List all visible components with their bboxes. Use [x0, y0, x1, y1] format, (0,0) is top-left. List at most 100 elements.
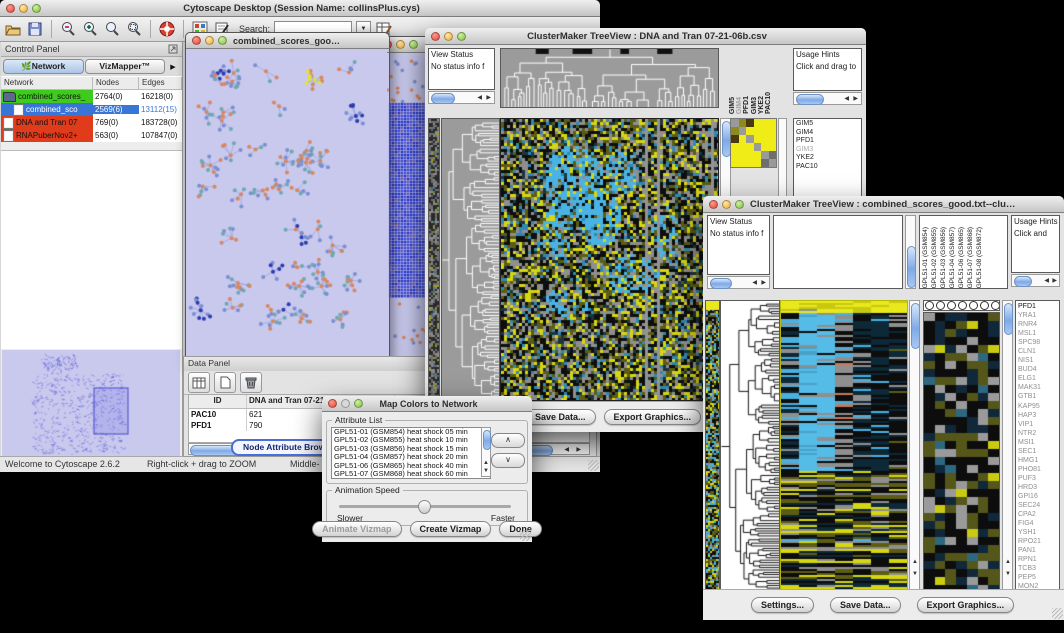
minimize-button[interactable]	[205, 36, 214, 45]
treeview-titlebar[interactable]: ClusterMaker TreeView : DNA and Tran 07-…	[425, 28, 866, 45]
minimize-button[interactable]	[396, 40, 405, 49]
gene-label[interactable]: NIS1	[1018, 356, 1057, 365]
treeview-button[interactable]: Save Data...	[525, 409, 596, 425]
scroll-left-icon[interactable]: ◀	[1044, 278, 1049, 284]
new-attribute-icon[interactable]	[214, 372, 236, 393]
scroll-down-icon[interactable]: ▼	[912, 571, 918, 577]
gene-label[interactable]: PHO81	[1018, 465, 1057, 474]
gene-label[interactable]: HRD3	[1018, 483, 1057, 492]
heatmap-panel[interactable]	[500, 118, 719, 401]
zoom-button[interactable]	[218, 36, 227, 45]
gene-label[interactable]: GTB1	[1018, 392, 1057, 401]
scroll-left-icon[interactable]: ◀	[477, 95, 482, 101]
scroll-right-icon[interactable]: ▶	[1052, 278, 1057, 284]
global-view-strip[interactable]	[705, 300, 720, 592]
scroll-right-icon[interactable]: ▶	[853, 96, 858, 102]
network-row-selected[interactable]: combined_sco 2569(6) 13112(15)	[1, 103, 182, 116]
gene-label[interactable]: PAN1	[1018, 546, 1057, 555]
scroll-down-icon[interactable]: ▼	[483, 468, 489, 474]
network-row[interactable]: RNAPuberNov2+ 563(0) 107847(0)	[1, 129, 182, 142]
gene-label[interactable]: FIG4	[1018, 519, 1057, 528]
gene-label[interactable]: CPA2	[1018, 510, 1057, 519]
gene-label[interactable]: MSL1	[1018, 329, 1057, 338]
zoom-fit-icon[interactable]	[103, 20, 121, 38]
scrollbar-thumb[interactable]	[911, 303, 920, 349]
gene-label[interactable]: RNR4	[1018, 320, 1057, 329]
gene-label[interactable]: SEC1	[1018, 447, 1057, 456]
row-dendrogram-panel[interactable]	[441, 118, 500, 401]
close-button[interactable]	[6, 4, 15, 13]
heatmap-panel[interactable]	[780, 300, 908, 592]
zoom-in-icon[interactable]	[81, 20, 99, 38]
minimize-button[interactable]	[19, 4, 28, 13]
close-button[interactable]	[328, 399, 337, 408]
correlation-matrix-thumbnail[interactable]	[730, 118, 777, 168]
move-down-button[interactable]: ∨	[491, 453, 525, 468]
row-dendrogram[interactable]	[442, 119, 499, 400]
view-status-hscrollbar[interactable]: ◀ ▶	[707, 276, 770, 289]
dialog-titlebar[interactable]: Map Colors to Network	[322, 396, 532, 412]
scroll-down-icon[interactable]: ▼	[1005, 571, 1011, 577]
move-up-button[interactable]: ∧	[491, 433, 525, 448]
minimize-button[interactable]	[444, 32, 453, 41]
column-dendrogram[interactable]	[501, 49, 718, 107]
close-button[interactable]	[192, 36, 201, 45]
gene-label[interactable]: YKE2	[796, 154, 859, 163]
row-dendrogram-panel[interactable]	[720, 300, 780, 592]
attribute-item[interactable]: GPL51-07 (GSM868) heat shock 60 min	[332, 470, 490, 478]
resize-grip[interactable]	[1052, 608, 1063, 619]
scrollbar-thumb[interactable]	[907, 246, 916, 288]
gene-label[interactable]: PEP5	[1018, 573, 1057, 582]
resize-grip[interactable]	[520, 530, 531, 541]
gene-label[interactable]: GIM5	[796, 120, 859, 129]
subwindow-titlebar[interactable]: combined_scores_good.txt--cluste...	[186, 33, 389, 49]
row-dendrogram[interactable]	[721, 301, 779, 591]
treeview-button[interactable]: Settings...	[751, 597, 814, 613]
heatmap[interactable]	[781, 301, 907, 591]
help-lifering-icon[interactable]	[158, 20, 176, 38]
gene-label[interactable]: GIM3	[796, 146, 859, 155]
resize-grip[interactable]	[588, 460, 599, 471]
zoom-button[interactable]	[32, 4, 41, 13]
scroll-right-icon[interactable]: ▶	[761, 280, 766, 286]
scrollbar-thumb[interactable]	[1004, 303, 1013, 335]
treeview-button[interactable]: Export Graphics...	[604, 409, 702, 425]
save-icon[interactable]	[26, 20, 44, 38]
zoom-button[interactable]	[457, 32, 466, 41]
gene-label[interactable]: PFD1	[796, 137, 859, 146]
scrollbar-thumb[interactable]	[431, 93, 455, 104]
gene-label[interactable]: BUD4	[1018, 365, 1057, 374]
gene-label[interactable]: SPC98	[1018, 338, 1057, 347]
scroll-left-icon[interactable]: ◀	[752, 280, 757, 286]
usage-hints-hscrollbar[interactable]: ◀ ▶	[793, 92, 862, 105]
treeview-button[interactable]: Save Data...	[830, 597, 901, 613]
heatmap[interactable]	[501, 119, 718, 400]
gene-label[interactable]: CLN1	[1018, 347, 1057, 356]
scroll-left-icon[interactable]: ◀	[844, 96, 849, 102]
tab-network[interactable]: 🌿Network	[3, 59, 84, 74]
column-header-id[interactable]: ID	[189, 395, 247, 408]
gene-label[interactable]: PAC10	[796, 163, 859, 172]
tab-overflow-icon[interactable]: ▶	[166, 63, 180, 71]
tab-vizmapper[interactable]: VizMapper™	[85, 59, 166, 74]
gene-label[interactable]: VIP1	[1018, 420, 1057, 429]
treeview-titlebar[interactable]: ClusterMaker TreeView : combined_scores_…	[703, 196, 1064, 213]
heatmap-vscrollbar[interactable]: ▲ ▼	[909, 300, 920, 592]
view-status-hscrollbar[interactable]: ◀ ▶	[428, 91, 495, 104]
gene-label[interactable]: SEC24	[1018, 501, 1057, 510]
zoom-button[interactable]	[735, 200, 744, 209]
main-titlebar[interactable]: Cytoscape Desktop (Session Name: collins…	[0, 0, 600, 17]
top-vscrollbar[interactable]	[905, 215, 916, 289]
minimize-button[interactable]	[341, 399, 350, 408]
scroll-right-icon[interactable]: ▶	[486, 95, 491, 101]
usage-hints-hscrollbar[interactable]: ◀ ▶	[1011, 274, 1060, 287]
gene-list-vscrollbar[interactable]: ▲ ▼	[1002, 300, 1013, 592]
gene-label[interactable]: YSH1	[1018, 528, 1057, 537]
scroll-up-icon[interactable]: ▲	[912, 559, 918, 565]
network-row[interactable]: combined_scores_ 2764(0) 16218(0)	[1, 90, 182, 103]
gene-label[interactable]: HMG1	[1018, 456, 1057, 465]
close-button[interactable]	[709, 200, 718, 209]
scrollbar-thumb[interactable]	[710, 278, 732, 289]
gene-label[interactable]: YRA1	[1018, 311, 1057, 320]
minimize-button[interactable]	[722, 200, 731, 209]
